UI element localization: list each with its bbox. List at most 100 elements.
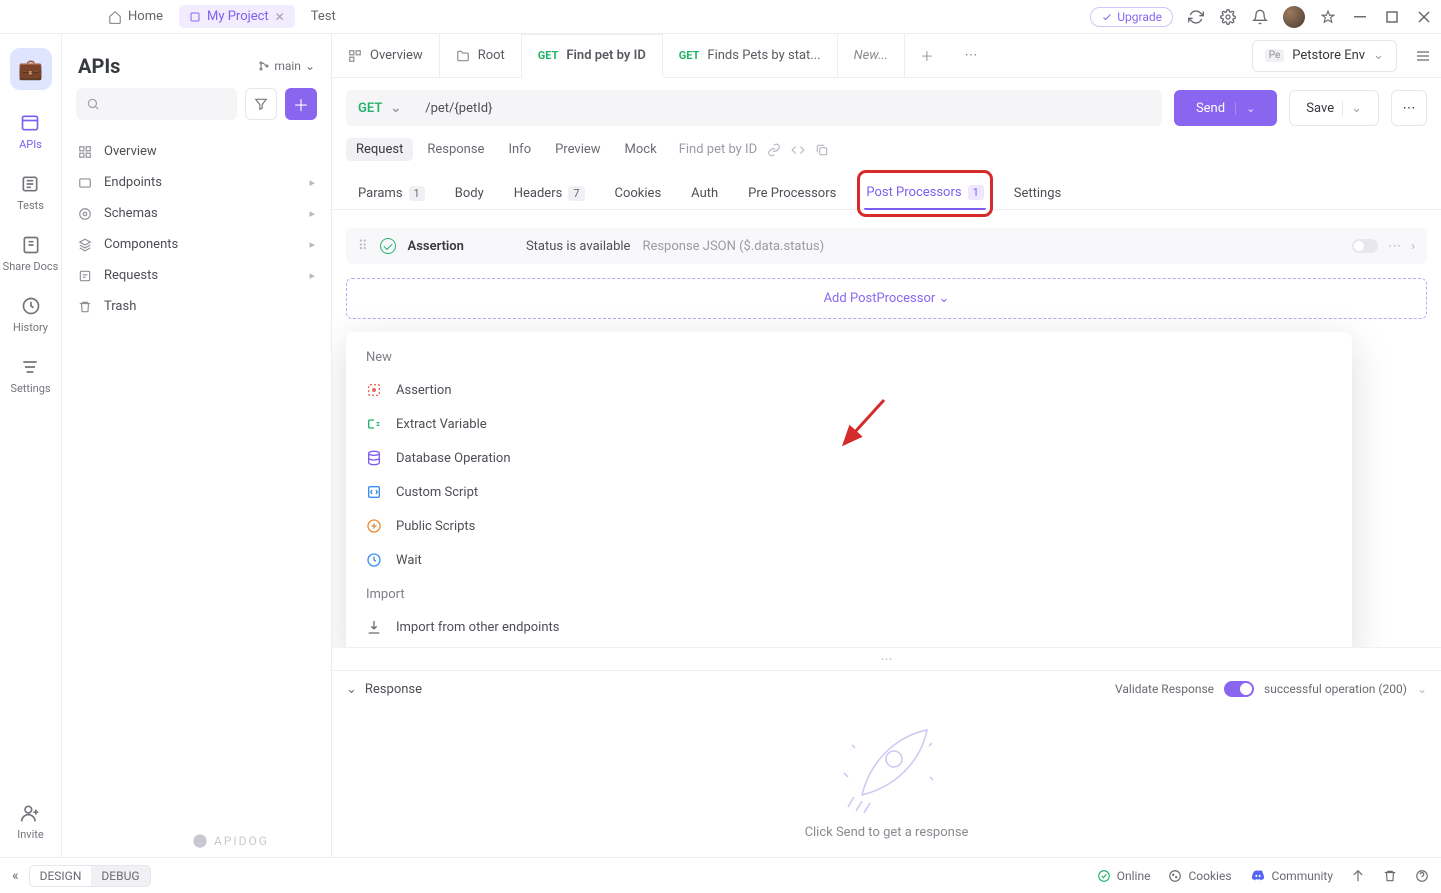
collapse-toggle[interactable]: ⌄ (346, 682, 357, 697)
tree-item-overview[interactable]: Overview (68, 136, 325, 167)
breadcrumb: Find pet by ID (679, 142, 757, 157)
wait-icon (366, 552, 382, 568)
tree-item-endpoints[interactable]: Endpoints ▸ (68, 167, 325, 198)
add-postprocessor-button[interactable]: Add PostProcessor ⌄ (346, 278, 1427, 319)
dropdown-item-import[interactable]: Import from other endpoints (346, 610, 1352, 644)
dropdown-item-script[interactable]: Custom Script (346, 475, 1352, 509)
mode-design[interactable]: DESIGN (30, 866, 92, 886)
upgrade-button[interactable]: Upgrade (1090, 7, 1173, 27)
tree-item-requests[interactable]: Requests ▸ (68, 260, 325, 291)
mode-debug[interactable]: DEBUG (91, 866, 149, 886)
status-community[interactable]: Community (1250, 868, 1333, 884)
chevron-down-icon[interactable]: ⌄ (1342, 101, 1362, 116)
close-icon[interactable]: ✕ (275, 10, 285, 24)
save-button[interactable]: Save ⌄ (1289, 90, 1379, 126)
window-minimize-icon[interactable] (1351, 8, 1369, 26)
home-icon (108, 10, 122, 24)
titlebar-tab-test[interactable]: Test (301, 5, 346, 28)
apis-icon (19, 112, 41, 134)
chevron-down-icon[interactable]: ⌄ (1417, 682, 1427, 696)
main-tab-new[interactable]: New... (838, 34, 905, 77)
avatar[interactable] (1283, 6, 1305, 28)
dropdown-item-extract[interactable]: Extract Variable (346, 407, 1352, 441)
tab-post-processors[interactable]: Post Processors 1 (864, 177, 985, 210)
subtab-mock[interactable]: Mock (615, 138, 667, 161)
rail-item-tests[interactable]: Tests (17, 173, 44, 212)
method-selector[interactable]: GET ⌄ (346, 90, 413, 126)
tree-item-schemas[interactable]: Schemas ▸ (68, 198, 325, 229)
dropdown-item-public-scripts[interactable]: Public Scripts (346, 509, 1352, 543)
subtab-preview[interactable]: Preview (545, 138, 610, 161)
titlebar-tab-project[interactable]: My Project ✕ (179, 5, 295, 28)
status-help-icon[interactable] (1415, 869, 1429, 883)
tree-item-components[interactable]: Components ▸ (68, 229, 325, 260)
main-tab-overview[interactable]: Overview (332, 34, 440, 77)
main-tab-findpets-status[interactable]: GET Finds Pets by stat... (663, 34, 838, 77)
main-tab-findpet[interactable]: GET Find pet by ID (522, 34, 663, 78)
window-maximize-icon[interactable] (1383, 8, 1401, 26)
tab-headers[interactable]: Headers 7 (512, 178, 587, 209)
copy-icon[interactable] (815, 143, 829, 157)
validate-toggle[interactable] (1224, 681, 1254, 697)
assertion-toggle[interactable] (1352, 239, 1378, 253)
chevron-right-icon[interactable]: › (1411, 239, 1415, 254)
more-button[interactable]: ⋯ (1391, 90, 1427, 126)
tree-item-trash[interactable]: Trash (68, 291, 325, 322)
assertion-row[interactable]: ⠿ Assertion Status is available Response… (346, 228, 1427, 264)
tab-overflow-button[interactable]: ⋯ (949, 34, 993, 77)
rail-item-settings[interactable]: Settings (10, 356, 50, 395)
rail-item-invite[interactable]: Invite (17, 802, 44, 841)
collapse-left-icon[interactable]: « (12, 868, 19, 884)
subtab-response[interactable]: Response (417, 138, 494, 161)
pin-icon[interactable] (1319, 8, 1337, 26)
tab-auth[interactable]: Auth (689, 178, 720, 209)
environment-selector[interactable]: Pe Petstore Env ⌄ (1252, 40, 1397, 72)
status-online[interactable]: Online (1097, 869, 1151, 883)
new-tab-button[interactable]: ＋ (905, 34, 949, 77)
workspace-logo[interactable]: 💼 (10, 48, 52, 90)
status-icon-1[interactable] (1351, 869, 1365, 883)
status-trash-icon[interactable] (1383, 869, 1397, 883)
dropdown-item-database[interactable]: Database Operation (346, 441, 1352, 475)
code-icon[interactable] (791, 143, 805, 157)
resize-handle[interactable]: ⋯ (332, 647, 1441, 670)
more-icon[interactable]: ⋯ (1388, 239, 1401, 254)
send-button[interactable]: Send ⌄ (1174, 90, 1277, 126)
tab-pre-processors[interactable]: Pre Processors (746, 178, 838, 209)
tab-settings[interactable]: Settings (1012, 178, 1063, 209)
drag-handle-icon[interactable]: ⠿ (358, 239, 368, 254)
script-icon (366, 484, 382, 500)
tab-params[interactable]: Params 1 (356, 178, 427, 209)
tree-label: Schemas (104, 206, 158, 221)
subtab-info[interactable]: Info (498, 138, 541, 161)
project-icon (189, 11, 201, 23)
tab-cookies[interactable]: Cookies (613, 178, 664, 209)
branch-selector[interactable]: main ⌄ (258, 59, 315, 73)
window-close-icon[interactable] (1415, 8, 1433, 26)
subtab-request[interactable]: Request (346, 138, 413, 161)
chevron-down-icon: ⌄ (390, 101, 401, 116)
assertion-path: Response JSON ($.data.status) (642, 239, 824, 254)
tab-body[interactable]: Body (453, 178, 486, 209)
link-icon[interactable] (767, 143, 781, 157)
folder-icon (456, 49, 470, 63)
dropdown-item-wait[interactable]: Wait (346, 543, 1352, 577)
url-input[interactable]: /pet/{petId} (413, 101, 1162, 116)
rail-item-history[interactable]: History (13, 295, 48, 334)
response-status[interactable]: successful operation (200) (1264, 682, 1407, 696)
refresh-icon[interactable] (1187, 8, 1205, 26)
rail-item-apis[interactable]: APIs (19, 112, 42, 151)
main-tab-root[interactable]: Root (440, 34, 522, 77)
status-cookies[interactable]: Cookies (1168, 869, 1231, 883)
add-button[interactable]: ＋ (285, 88, 317, 120)
titlebar-tab-home[interactable]: Home (98, 5, 173, 28)
gear-icon[interactable] (1219, 8, 1237, 26)
menu-button[interactable] (1405, 34, 1441, 77)
search-input[interactable] (76, 88, 237, 120)
invite-icon (19, 802, 41, 824)
dropdown-item-assertion[interactable]: Assertion (346, 373, 1352, 407)
filter-button[interactable] (245, 88, 277, 120)
bell-icon[interactable] (1251, 8, 1269, 26)
rail-item-share[interactable]: Share Docs (3, 234, 59, 273)
chevron-down-icon[interactable]: ⌄ (1235, 102, 1255, 115)
